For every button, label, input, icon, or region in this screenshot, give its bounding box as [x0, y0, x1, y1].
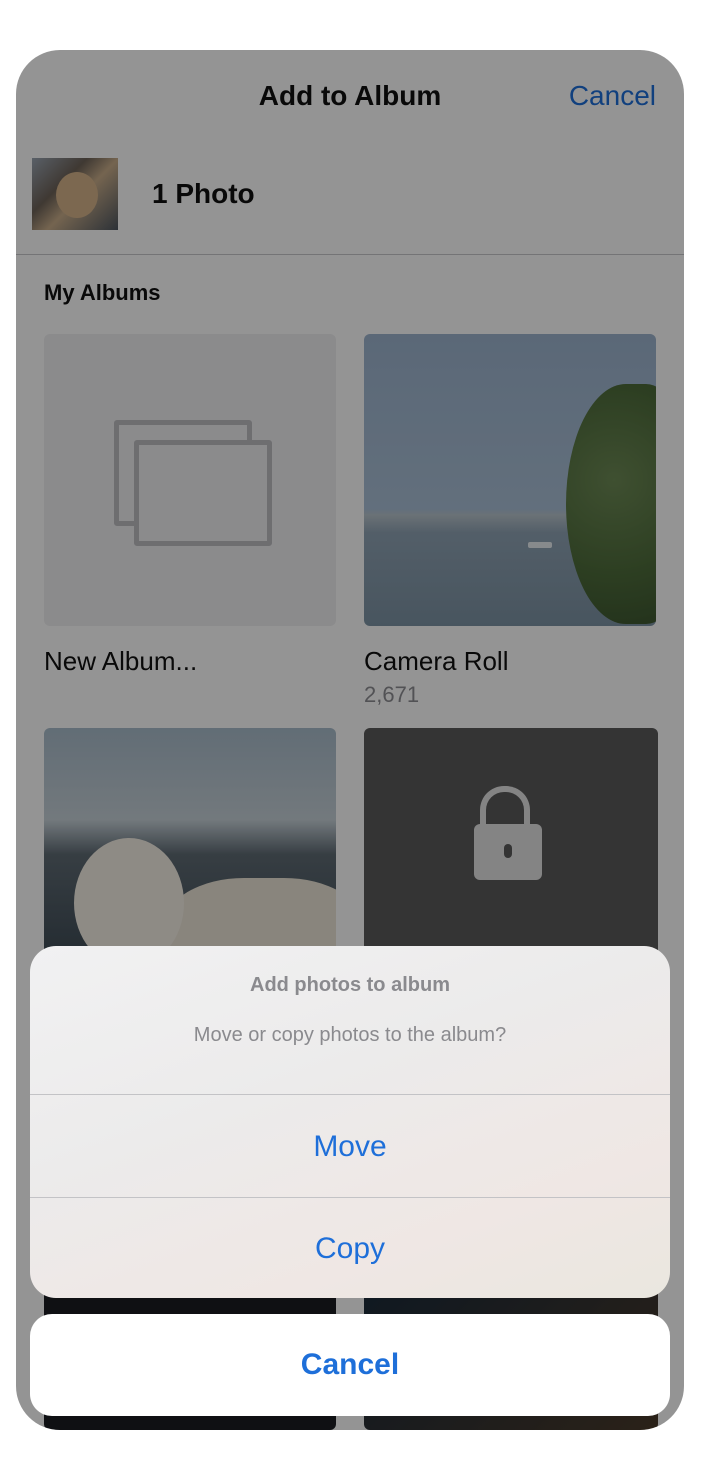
action-sheet-message: Move or copy photos to the album? [193, 1024, 507, 1046]
action-sheet-cancel-button[interactable]: Cancel [30, 1314, 670, 1416]
action-sheet-divider [30, 1094, 670, 1095]
move-button[interactable]: Move [30, 1096, 670, 1198]
action-sheet-title: Add photos to album [250, 974, 450, 996]
copy-button[interactable]: Copy [30, 1198, 670, 1298]
action-sheet: Add photos to album Move or copy photos … [30, 946, 670, 1298]
